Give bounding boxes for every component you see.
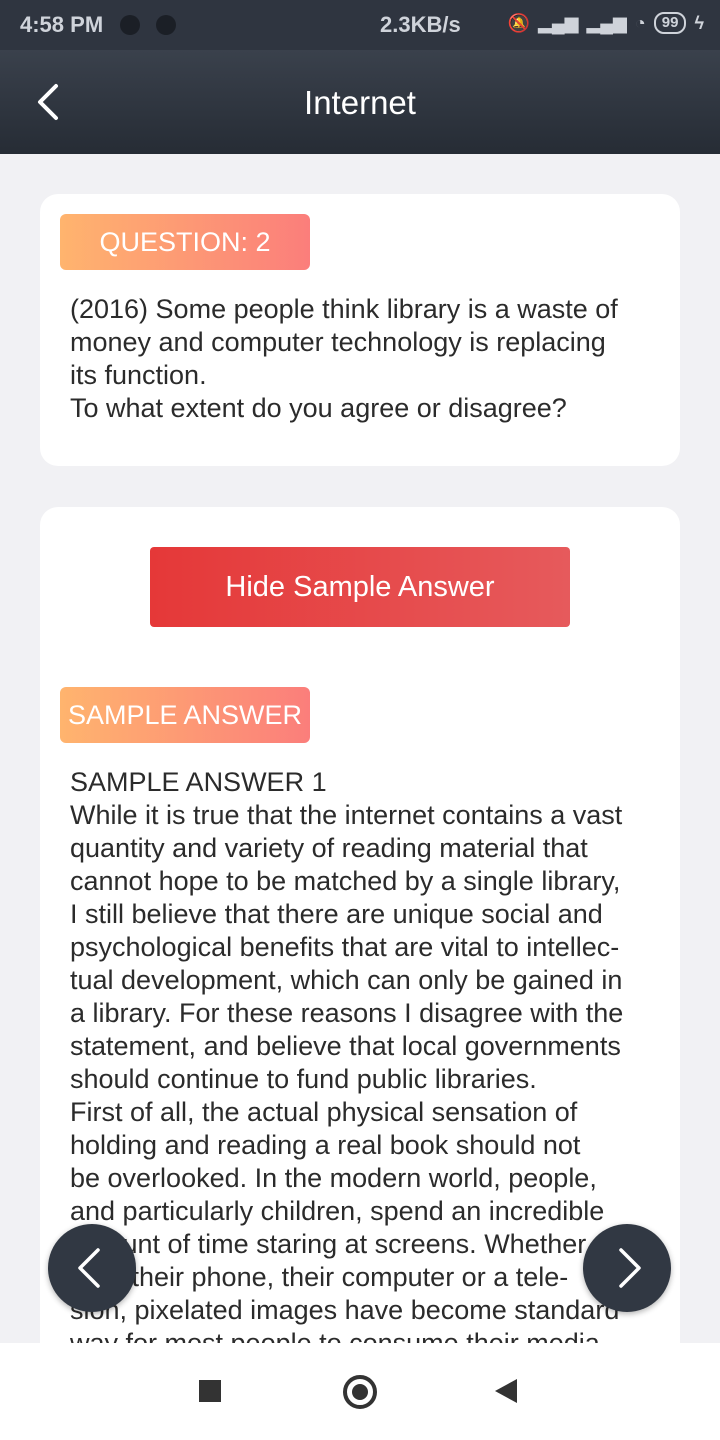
status-time: 4:58 PM <box>20 12 104 37</box>
answer-line: quantity and variety of reading material… <box>70 833 588 863</box>
wifi-icon: ◔ <box>634 12 646 33</box>
sample-answer-text: SAMPLE ANSWER 1 While it is true that th… <box>70 766 660 1360</box>
answer-line: While it is true that the internet conta… <box>70 800 623 830</box>
previous-question-button[interactable] <box>48 1224 136 1312</box>
answer-line: and particularly children, spend an incr… <box>70 1196 605 1226</box>
chevron-right-icon <box>619 1248 641 1288</box>
answer-line: cannot hope to be matched by a single li… <box>70 866 621 896</box>
triangle-back-icon[interactable] <box>495 1379 517 1403</box>
answer-line: tual development, which can only be gain… <box>70 965 623 995</box>
circle-icon[interactable] <box>343 1375 377 1409</box>
answer-line: a library. For these reasons I disagree … <box>70 998 624 1028</box>
answer-line: should continue to fund public libraries… <box>70 1064 537 1094</box>
signal-icon: ▂▄▆ <box>586 12 627 33</box>
answer-line: holding and reading a real book should n… <box>70 1130 581 1160</box>
answer-line: sion, pixelated images have become stand… <box>70 1295 620 1325</box>
signal-icon: ▂▄▆ <box>538 12 579 33</box>
sample-answer-badge: SAMPLE ANSWER <box>60 687 310 743</box>
network-speed: 2.3KB/s <box>380 12 461 37</box>
chevron-left-icon <box>78 1248 100 1288</box>
mute-icon: 🔕 <box>507 12 530 33</box>
answer-line: First of all, the actual physical sensat… <box>70 1097 578 1127</box>
question-badge: QUESTION: 2 <box>60 214 310 270</box>
answer-line: psychological benefits that are vital to… <box>70 932 620 962</box>
status-bar: 4:58 PM 2.3KB/s 🔕 ▂▄▆ ▂▄▆ ◔ 99 ϟ <box>0 0 720 50</box>
question-line: its function. <box>70 360 207 390</box>
question-line: money and computer technology is replaci… <box>70 327 606 357</box>
square-icon[interactable] <box>199 1380 221 1402</box>
hide-sample-answer-button[interactable]: Hide Sample Answer <box>150 547 570 627</box>
answer-line: from their phone, their computer or a te… <box>70 1262 569 1292</box>
next-question-button[interactable] <box>583 1224 671 1312</box>
app-header: Internet <box>0 50 720 154</box>
page-title: Internet <box>304 84 416 121</box>
question-card: QUESTION: 2 (2016) Some people think lib… <box>40 194 680 466</box>
notification-dot-icon <box>120 15 140 35</box>
answer-line: be overlooked. In the modern world, peop… <box>70 1163 597 1193</box>
charging-icon: ϟ <box>694 12 704 33</box>
question-line: To what extent do you agree or disagree? <box>70 393 567 423</box>
answer-line: I still believe that there are unique so… <box>70 899 603 929</box>
answer-line: statement, and believe that local govern… <box>70 1031 621 1061</box>
battery-icon: 99 <box>653 12 687 34</box>
answer-line: SAMPLE ANSWER 1 <box>70 767 327 797</box>
question-text: (2016) Some people think library is a wa… <box>70 293 660 425</box>
question-line: (2016) Some people think library is a wa… <box>70 294 618 324</box>
status-icons: 🔕 ▂▄▆ ▂▄▆ ◔ 99 ϟ <box>508 12 704 34</box>
notification-dot-icon <box>156 15 176 35</box>
system-nav-bar <box>0 1343 720 1440</box>
answer-line: amount of time staring at screens. Wheth… <box>70 1229 587 1259</box>
